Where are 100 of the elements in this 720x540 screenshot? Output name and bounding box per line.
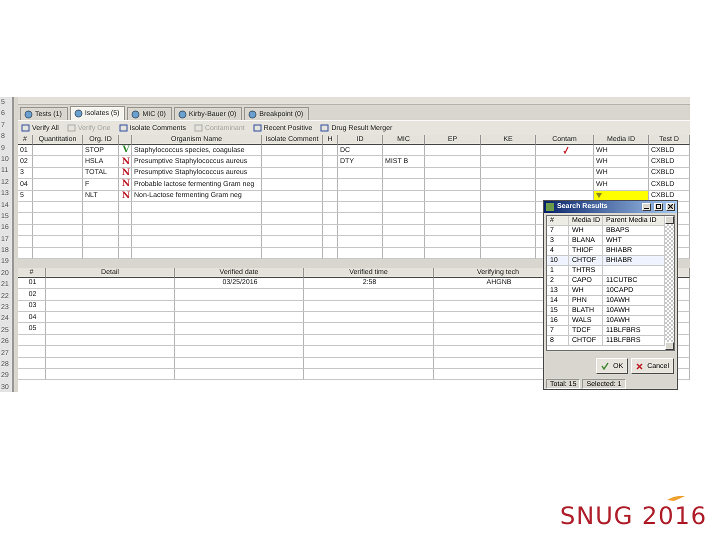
tool-icon (320, 124, 330, 132)
check-icon (562, 146, 568, 154)
table-cell (383, 145, 425, 156)
close-icon (636, 362, 644, 370)
table-cell (425, 213, 481, 225)
table-cell (323, 236, 338, 248)
tab-icon (248, 110, 258, 118)
tab-icon (178, 110, 187, 118)
table-cell (33, 248, 83, 259)
maximize-button[interactable] (654, 202, 663, 211)
table-cell (33, 190, 83, 202)
table-cell (425, 248, 481, 259)
table-cell (323, 179, 338, 191)
table-cell (262, 248, 323, 259)
status-letter: N (122, 190, 130, 201)
tab-icon (74, 109, 83, 118)
table-cell (83, 248, 119, 259)
torch-icon (665, 494, 688, 502)
table-cell (338, 168, 383, 180)
table-cell (425, 156, 481, 168)
close-icon (668, 204, 673, 210)
table-cell (338, 248, 383, 259)
table-cell (425, 190, 481, 202)
table-cell (262, 145, 323, 156)
tool-icon (21, 124, 30, 132)
table-cell (119, 224, 132, 236)
app-icon (546, 202, 554, 211)
table-cell (262, 213, 323, 225)
table-cell (262, 168, 323, 180)
scroll-down-button[interactable] (665, 342, 674, 350)
table-cell (33, 202, 83, 214)
table-cell (338, 213, 383, 225)
table-cell (119, 236, 132, 248)
status-letter: N (122, 156, 130, 167)
column-header[interactable] (119, 135, 132, 145)
tool-icon (194, 124, 203, 132)
table-cell (33, 236, 83, 248)
table-cell (338, 179, 383, 191)
table-cell (338, 236, 383, 248)
table-cell (262, 202, 323, 214)
table-cell (83, 202, 119, 214)
table-cell (323, 168, 338, 180)
table-cell (425, 168, 481, 180)
status-letter: N (122, 168, 130, 178)
table-cell (262, 156, 323, 168)
table-cell (383, 248, 425, 259)
minimize-button[interactable] (642, 202, 651, 211)
table-cell (323, 248, 338, 259)
table-cell (323, 156, 338, 168)
status-letter: N (122, 179, 130, 190)
tab-icon (131, 110, 140, 118)
check-icon (601, 362, 610, 370)
table-cell (383, 168, 425, 180)
status-letter: V (122, 145, 130, 156)
table-cell (383, 224, 425, 236)
table-cell (338, 190, 383, 202)
tool-icon (118, 124, 128, 132)
table-cell (262, 179, 323, 191)
table-cell (323, 145, 338, 156)
table-cell (481, 156, 536, 168)
table-cell (18, 202, 33, 214)
table-cell (33, 179, 83, 191)
table-cell (18, 369, 46, 380)
table-cell (83, 236, 119, 248)
table-cell (33, 145, 83, 156)
table-cell (18, 236, 33, 248)
table-cell (323, 190, 338, 202)
table-cell (18, 213, 33, 225)
table-cell (262, 236, 323, 248)
table-cell (83, 224, 119, 236)
tab-icon (24, 110, 33, 118)
table-cell (262, 190, 323, 202)
table-cell (425, 179, 481, 191)
table-cell (18, 346, 46, 358)
close-button[interactable] (666, 202, 675, 211)
table-cell (425, 145, 481, 156)
table-cell (481, 179, 536, 191)
table-cell (33, 213, 83, 225)
table-cell (481, 190, 536, 202)
table-cell (18, 224, 33, 236)
table-cell (383, 190, 425, 202)
table-cell (383, 202, 425, 214)
table-cell (33, 224, 83, 236)
table-cell (425, 224, 481, 236)
table-cell (323, 213, 338, 225)
table-cell (323, 224, 338, 236)
table-cell (262, 224, 323, 236)
tool-icon (66, 124, 76, 132)
table-cell (119, 213, 132, 225)
table-cell (338, 202, 383, 214)
table-cell (338, 224, 383, 236)
scrollbar[interactable] (665, 216, 674, 350)
table-cell (119, 248, 132, 259)
scroll-up-button[interactable] (665, 216, 674, 224)
table-cell (425, 236, 481, 248)
table-cell (383, 179, 425, 191)
table-cell (18, 248, 33, 259)
tool-icon (252, 124, 262, 132)
table-cell (383, 236, 425, 248)
table-cell (425, 202, 481, 214)
